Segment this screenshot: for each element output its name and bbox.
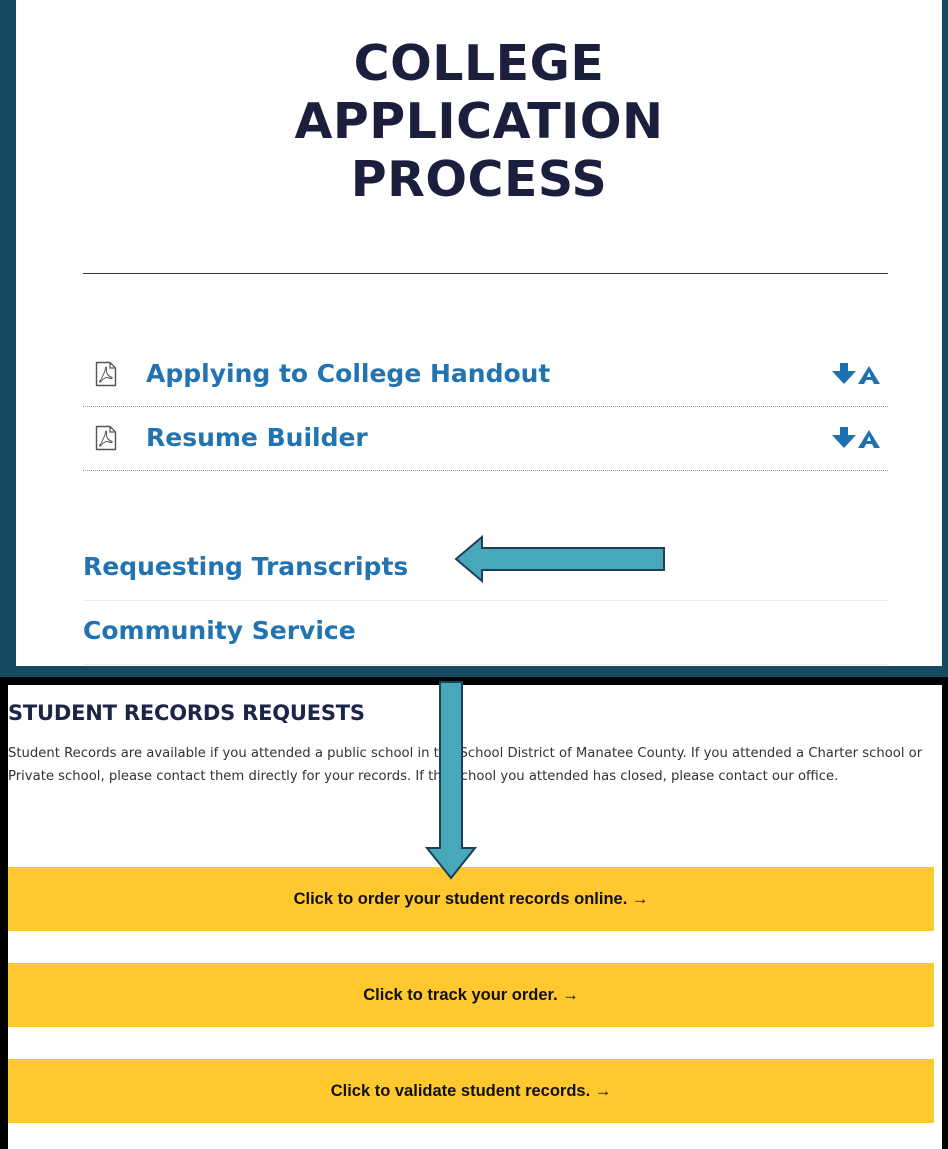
document-row: Applying to College Handout bbox=[83, 342, 888, 407]
page-title: COLLEGE APPLICATION PROCESS bbox=[16, 35, 942, 209]
download-icon[interactable] bbox=[832, 427, 888, 449]
section-community-service[interactable]: Community Service bbox=[83, 600, 888, 665]
student-records-heading: STUDENT RECORDS REQUESTS bbox=[8, 701, 365, 725]
annotation-arrow-left-icon bbox=[454, 534, 665, 584]
download-icon[interactable] bbox=[832, 363, 888, 385]
community-service-link[interactable]: Community Service bbox=[83, 616, 356, 645]
page-title-line-3: PROCESS bbox=[350, 151, 608, 208]
annotation-arrow-down-icon bbox=[425, 681, 477, 880]
document-row: Resume Builder bbox=[83, 406, 888, 471]
page-title-line-1: COLLEGE bbox=[353, 35, 605, 92]
validate-records-button[interactable]: Click to validate student records. → bbox=[8, 1059, 934, 1123]
applying-to-college-handout-link[interactable]: Applying to College Handout bbox=[146, 359, 550, 388]
pdf-icon bbox=[95, 425, 117, 451]
pdf-icon bbox=[95, 361, 117, 387]
resume-builder-link[interactable]: Resume Builder bbox=[146, 423, 368, 452]
track-order-button[interactable]: Click to track your order. → bbox=[8, 963, 934, 1027]
requesting-transcripts-link[interactable]: Requesting Transcripts bbox=[83, 552, 408, 581]
page-title-line-2: APPLICATION bbox=[294, 93, 664, 150]
title-divider bbox=[83, 273, 888, 274]
